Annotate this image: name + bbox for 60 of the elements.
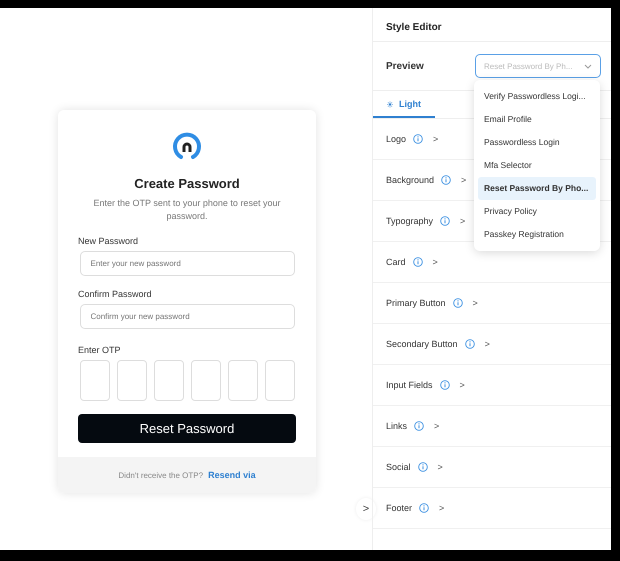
password-field[interactable]: Enter your new password bbox=[80, 251, 294, 276]
password-field[interactable]: Confirm your new password bbox=[80, 304, 294, 329]
otp-digit-field[interactable] bbox=[116, 360, 146, 401]
caret-icon bbox=[584, 64, 592, 68]
expand-chevron[interactable]: > bbox=[484, 339, 490, 349]
section-label: Primary Button bbox=[386, 298, 446, 308]
theme-tab[interactable]: Light bbox=[373, 91, 435, 118]
section-label: Footer bbox=[386, 503, 412, 513]
preview-label: Preview bbox=[386, 60, 424, 72]
dropdown-option[interactable]: Email Profile bbox=[478, 108, 596, 131]
info-icon bbox=[412, 257, 423, 267]
section-label: Background bbox=[386, 175, 434, 185]
otp-digit-field[interactable] bbox=[80, 360, 110, 401]
panel-title: Style Editor bbox=[373, 8, 611, 42]
field-label: Confirm Password bbox=[78, 289, 152, 299]
info-icon bbox=[419, 503, 430, 513]
expand-chevron[interactable]: > bbox=[461, 175, 466, 185]
section-label: Typography bbox=[386, 216, 434, 226]
otp-digit-field[interactable] bbox=[154, 360, 184, 401]
field-label: New Password bbox=[78, 236, 138, 246]
info-icon bbox=[452, 298, 463, 308]
collapse-toggle[interactable]: > bbox=[356, 498, 376, 520]
section-label: Card bbox=[386, 257, 406, 267]
otp-digit-field[interactable] bbox=[190, 360, 220, 401]
card-subtitle: Enter the OTP sent to your phone to reset your password. bbox=[92, 197, 282, 223]
info-icon bbox=[440, 216, 450, 226]
otp-digit-field[interactable] bbox=[264, 360, 294, 401]
expand-chevron[interactable]: > bbox=[434, 421, 440, 431]
field-label: Enter OTP bbox=[78, 345, 121, 355]
logo-icon bbox=[171, 130, 203, 162]
otp-digit-field[interactable] bbox=[228, 360, 258, 401]
expand-chevron[interactable]: > bbox=[460, 380, 465, 390]
info-icon bbox=[418, 462, 428, 472]
section-label: Input Fields bbox=[386, 380, 433, 390]
section-label: Social bbox=[386, 462, 411, 472]
expand-chevron[interactable]: > bbox=[460, 216, 466, 226]
sun-icon bbox=[387, 100, 393, 108]
dropdown-option[interactable]: Verify Passwordless Logi... bbox=[478, 85, 596, 108]
resend-link[interactable]: Resend via bbox=[208, 470, 256, 480]
info-icon bbox=[464, 339, 475, 349]
info-icon bbox=[414, 421, 424, 431]
expand-chevron[interactable]: > bbox=[439, 503, 444, 513]
footer-text: Didn't receive the OTP? bbox=[118, 470, 204, 480]
section-label: Logo bbox=[386, 134, 406, 144]
dropdown-option[interactable]: Passwordless Login bbox=[478, 131, 596, 154]
dropdown-option[interactable]: Mfa Selector bbox=[478, 154, 596, 177]
expand-chevron[interactable]: > bbox=[433, 134, 438, 144]
section-label: Secondary Button bbox=[386, 339, 458, 349]
section-label: Links bbox=[386, 421, 408, 431]
info-icon bbox=[413, 134, 424, 144]
expand-chevron[interactable]: > bbox=[438, 462, 443, 472]
info-icon bbox=[440, 380, 450, 390]
dropdown-option[interactable]: Passkey Registration bbox=[478, 223, 596, 246]
dropdown-option[interactable]: Reset Password By Pho... bbox=[478, 177, 596, 200]
card-title: Create Password bbox=[134, 176, 240, 191]
expand-chevron[interactable]: > bbox=[432, 257, 438, 267]
info-icon bbox=[441, 175, 452, 185]
reset-password-button[interactable]: Reset Password bbox=[78, 414, 296, 443]
expand-chevron[interactable]: > bbox=[472, 298, 478, 308]
dropdown-option[interactable]: Privacy Policy bbox=[478, 200, 596, 223]
